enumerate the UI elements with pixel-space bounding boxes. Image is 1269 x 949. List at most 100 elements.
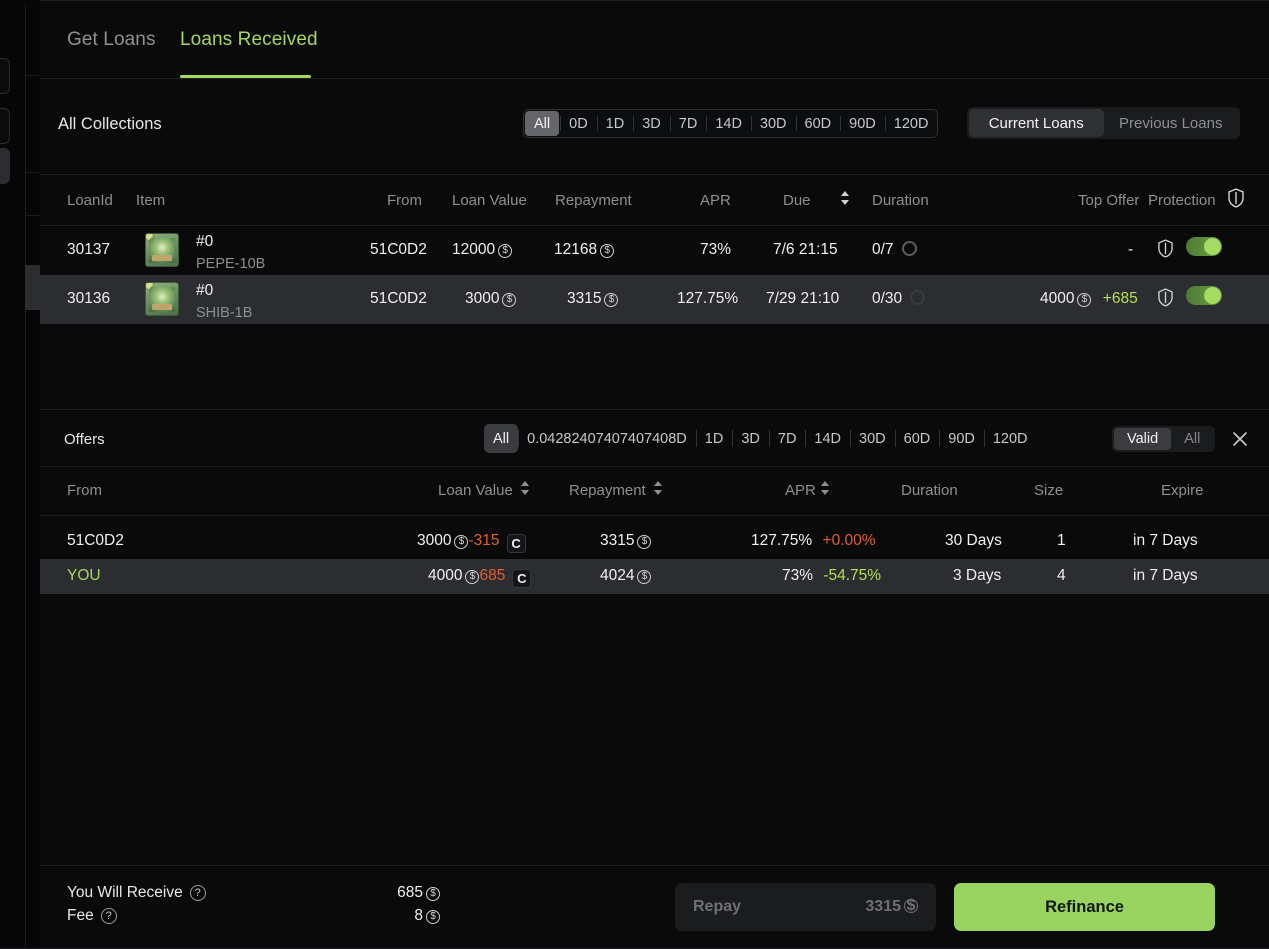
- duration-filter-30d[interactable]: 30D: [750, 110, 796, 137]
- duration-filter-60d[interactable]: 60D: [795, 110, 841, 137]
- dollar-icon: $: [604, 293, 619, 307]
- offers-col-repayment[interactable]: Repayment: [569, 482, 646, 499]
- offers-valid-button[interactable]: Valid: [1114, 428, 1172, 450]
- duration-filter-120d[interactable]: 120D: [884, 110, 938, 137]
- col-item[interactable]: Item: [136, 192, 165, 209]
- help-icon[interactable]: ?: [189, 885, 206, 901]
- offers-filter-1d[interactable]: 1D: [695, 424, 733, 453]
- offers-col-duration[interactable]: Duration: [901, 482, 958, 499]
- nft-thumbnail[interactable]: [145, 233, 179, 267]
- sidebar-rule-2: [25, 172, 41, 173]
- offers-all-button[interactable]: All: [1171, 428, 1213, 450]
- toggle-knob: [1204, 287, 1221, 304]
- loan-id-cell: 30137: [67, 241, 111, 258]
- duration-filter-all[interactable]: All: [525, 111, 560, 136]
- fee-label: Fee ?: [67, 907, 117, 925]
- repay-button[interactable]: Repay 3315 $: [675, 883, 936, 931]
- offers-duration-filter-group: All 0.04282407407407408D 1D 3D 7D 14D 30…: [484, 424, 1037, 453]
- offer-repayment-amount: 3315: [600, 532, 635, 549]
- item-name-cell: PEPE-10B: [196, 256, 266, 272]
- item-name-cell: SHIB-1B: [196, 305, 253, 321]
- sort-arrows-loan-value-icon[interactable]: [520, 478, 530, 502]
- repay-amount: 3315 $: [865, 898, 918, 916]
- offers-col-from[interactable]: From: [67, 482, 102, 499]
- offers-filter-30d[interactable]: 30D: [850, 424, 895, 453]
- dollar-icon: $: [465, 570, 480, 584]
- repayment-cell: 3315 $: [567, 290, 619, 308]
- offers-filter-60d[interactable]: 60D: [894, 424, 940, 453]
- offers-filter-7d[interactable]: 7D: [768, 424, 806, 453]
- duration-filter-3d[interactable]: 3D: [633, 110, 670, 137]
- sidebar-edge-button-1[interactable]: [0, 58, 10, 94]
- dollar-icon: $: [600, 244, 615, 258]
- sidebar-edge-button-2[interactable]: [0, 108, 10, 144]
- col-due[interactable]: Due: [783, 192, 811, 209]
- duration-filter-7d[interactable]: 7D: [669, 110, 707, 137]
- sidebar-rule-3: [25, 215, 41, 216]
- list-item[interactable]: YOU 4000 $685 C 4024 $ 73% -54.75% 3 Days 4…: [40, 559, 1269, 594]
- duration-filter-90d[interactable]: 90D: [840, 110, 885, 137]
- refinance-button[interactable]: Refinance: [954, 883, 1215, 931]
- offers-col-expire[interactable]: Expire: [1161, 482, 1204, 499]
- from-cell: 51C0D2: [370, 241, 427, 258]
- close-icon[interactable]: [1228, 427, 1252, 451]
- nft-plaque: [152, 304, 172, 310]
- fee-value: 8 $: [320, 907, 440, 925]
- all-collections-label[interactable]: All Collections: [58, 115, 162, 134]
- sort-arrows-due-icon[interactable]: [840, 188, 850, 212]
- protection-toggle[interactable]: [1186, 286, 1222, 305]
- offers-filter-3d[interactable]: 3D: [732, 424, 769, 453]
- offers-filter-120d[interactable]: 120D: [983, 424, 1037, 453]
- tab-loans-received[interactable]: Loans Received: [180, 1, 318, 79]
- active-tab-indicator: [180, 75, 311, 78]
- tab-get-loans[interactable]: Get Loans: [67, 1, 156, 79]
- table-row[interactable]: 30136 #0 SHIB-1B 51C0D2 3000 $ 3315 $ 127.…: [40, 275, 1269, 324]
- sidebar-edge-button-4[interactable]: [25, 265, 41, 310]
- fee-text: Fee: [67, 907, 94, 924]
- offer-loan-value-amount: 4000: [428, 567, 463, 584]
- previous-loans-button[interactable]: Previous Loans: [1104, 109, 1239, 137]
- offers-col-apr[interactable]: APR: [785, 482, 816, 499]
- loan-value-cell: 3000 $: [465, 290, 517, 308]
- current-loans-button[interactable]: Current Loans: [969, 109, 1104, 137]
- sort-arrows-repayment-icon[interactable]: [653, 478, 663, 502]
- due-cell: 7/29 21:10: [766, 290, 840, 307]
- offers-col-size[interactable]: Size: [1034, 482, 1063, 499]
- col-loan-value[interactable]: Loan Value: [452, 192, 527, 209]
- sort-arrows-apr-icon[interactable]: [820, 478, 830, 502]
- offers-filter-90d[interactable]: 90D: [939, 424, 984, 453]
- repayment-cell: 12168 $: [554, 241, 615, 259]
- loans-table-header: LoanId Item From Loan Value Repayment AP…: [40, 176, 1269, 226]
- dollar-icon: $: [454, 535, 469, 549]
- table-row[interactable]: 30137 #0 PEPE-10B 51C0D2 12000 $ 12168 $ 7…: [40, 226, 1269, 275]
- protection-toggle[interactable]: [1186, 237, 1222, 256]
- help-icon[interactable]: ?: [100, 908, 117, 924]
- col-from[interactable]: From: [387, 192, 422, 209]
- list-item[interactable]: 51C0D2 3000 $ -315 C 3315 $ 127.75% +0.00% 3…: [40, 524, 1269, 559]
- col-duration[interactable]: Duration: [872, 192, 929, 209]
- fee-amount: 8: [414, 907, 423, 924]
- top-offer-cell: 4000 $ +685: [1040, 290, 1138, 308]
- apr-cell: 127.75%: [677, 290, 739, 307]
- col-loanid[interactable]: LoanId: [67, 192, 113, 209]
- offers-filter-custom[interactable]: 0.04282407407407408D: [518, 424, 696, 453]
- offer-apr-value: 127.75%: [751, 532, 813, 549]
- nft-thumbnail[interactable]: [145, 282, 179, 316]
- duration-filter-0d[interactable]: 0D: [560, 110, 597, 137]
- duration-filter-14d[interactable]: 14D: [706, 110, 751, 137]
- col-apr[interactable]: APR: [700, 192, 731, 209]
- protection-shield-icon: [1158, 239, 1173, 263]
- offers-filter-14d[interactable]: 14D: [805, 424, 850, 453]
- col-protection[interactable]: Protection: [1148, 192, 1216, 209]
- loan-id-cell: 30136: [67, 290, 111, 307]
- offer-apr-value: 73%: [782, 567, 814, 584]
- sidebar-edge-button-3[interactable]: [0, 148, 10, 184]
- repayment-amount: 3315: [567, 290, 602, 307]
- offers-col-loan-value[interactable]: Loan Value: [438, 482, 513, 499]
- col-top-offer[interactable]: Top Offer: [1078, 192, 1139, 209]
- duration-filter-1d[interactable]: 1D: [596, 110, 634, 137]
- offers-filter-all[interactable]: All: [484, 424, 519, 453]
- you-will-receive-value: 685 $: [320, 884, 440, 902]
- col-repayment[interactable]: Repayment: [555, 192, 632, 209]
- offer-from-cell: 51C0D2: [67, 532, 124, 549]
